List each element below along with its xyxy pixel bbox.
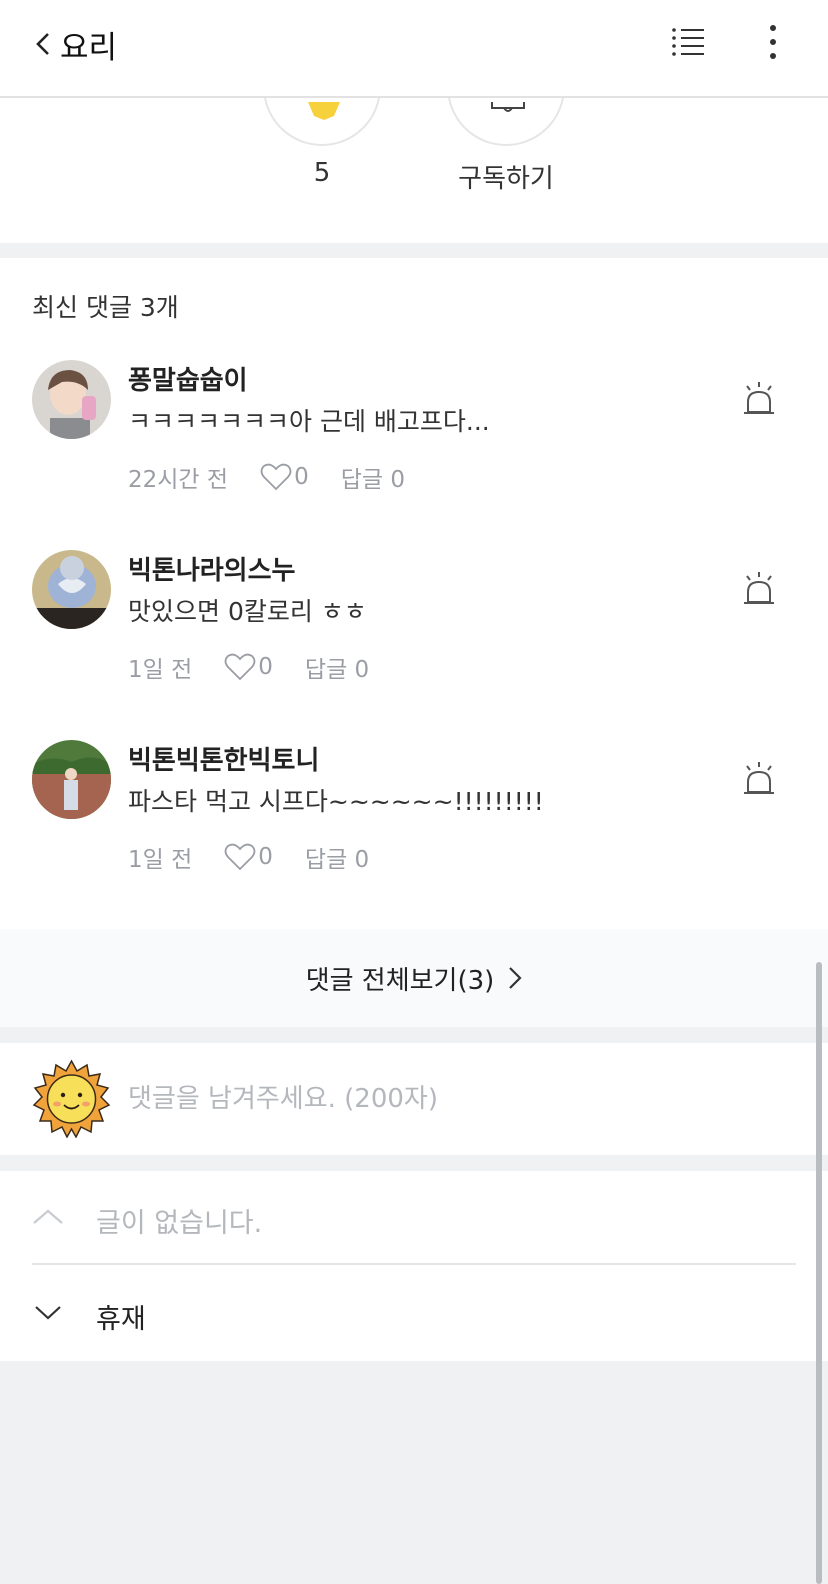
heart-icon [224, 843, 256, 871]
view-all-comments-button[interactable]: 댓글 전체보기(3) [0, 929, 828, 1027]
comment-text: ㅋㅋㅋㅋㅋㅋㅋ아 근데 배고프다... [128, 407, 490, 436]
rating-button[interactable] [263, 98, 381, 146]
chevron-right-icon [509, 967, 522, 989]
comment-time: 1일 전 [128, 847, 193, 873]
category-title: 요리 [60, 29, 118, 66]
list-icon [672, 28, 704, 56]
more-options-button[interactable] [758, 22, 788, 66]
comment-text: 맛있으면 0칼로리 ㅎㅎ [128, 597, 367, 626]
comment-item: 퐁말숩숩이 ㅋㅋㅋㅋㅋㅋㅋ아 근데 배고프다... 22시간 전 0 답글 0 [0, 360, 828, 550]
comment-time: 1일 전 [128, 657, 193, 683]
avatar-image [32, 550, 111, 629]
comment-time: 22시간 전 [128, 467, 229, 493]
avatar[interactable] [32, 360, 111, 439]
comment-author[interactable]: 퐁말숩숩이 [128, 360, 248, 397]
comment-text: 파스타 먹고 시프다~~~~~~!!!!!!!!! [128, 787, 544, 816]
view-all-label: 댓글 전체보기(3) [305, 965, 495, 996]
like-count: 0 [258, 654, 273, 680]
bell-icon [491, 102, 525, 112]
prev-episode: 글이 없습니다. [32, 1171, 796, 1265]
comment-meta: 22시간 전 0 답글 0 [128, 460, 405, 494]
sun-face-icon [32, 1059, 111, 1139]
scrollbar[interactable] [816, 962, 822, 1584]
avatar[interactable] [32, 740, 111, 819]
avatar-image [32, 360, 111, 439]
alarm-siren-icon [744, 382, 774, 414]
report-button[interactable] [742, 760, 776, 798]
like-button[interactable]: 0 [224, 653, 273, 681]
comment-meta: 1일 전 0 답글 0 [128, 650, 369, 684]
subscribe-button[interactable] [447, 98, 565, 146]
like-count: 0 [258, 844, 273, 870]
episode-actions: 5 구독하기 [0, 98, 828, 243]
like-count: 0 [294, 464, 309, 490]
report-button[interactable] [742, 570, 776, 608]
prev-episode-label: 글이 없습니다. [96, 1208, 263, 1239]
like-button[interactable]: 0 [260, 463, 309, 491]
next-episode-label: 휴재 [96, 1304, 146, 1335]
comment-item: 빅톤나라의스누 맛있으면 0칼로리 ㅎㅎ 1일 전 0 답글 0 [0, 550, 828, 740]
comment-item: 빅톤빅톤한빅토니 파스타 먹고 시프다~~~~~~!!!!!!!!! 1일 전 … [0, 740, 828, 930]
recent-comments: 최신 댓글 3개 퐁말숩숩이 ㅋㅋㅋㅋㅋㅋㅋ아 근데 배고프다... 22시간 … [0, 258, 828, 929]
avatar[interactable] [32, 550, 111, 629]
heart-icon [260, 463, 292, 491]
avatar-image [32, 740, 111, 819]
next-episode[interactable]: 휴재 [0, 1267, 828, 1361]
reply-button[interactable]: 답글 0 [305, 840, 369, 874]
comments-title: 최신 댓글 3개 [32, 293, 179, 322]
heart-icon [224, 653, 256, 681]
rating-count: 5 [313, 158, 331, 188]
list-button[interactable] [672, 26, 712, 62]
reply-button[interactable]: 답글 0 [341, 460, 405, 494]
chevron-down-icon [35, 1306, 61, 1320]
comment-input[interactable] [128, 1071, 768, 1127]
chevron-left-icon [36, 33, 49, 55]
alarm-siren-icon [744, 572, 774, 604]
comment-composer [0, 1043, 828, 1155]
reply-button[interactable]: 답글 0 [305, 650, 369, 684]
report-button[interactable] [742, 380, 776, 418]
like-button[interactable]: 0 [224, 843, 273, 871]
more-vertical-icon [770, 25, 776, 59]
chevron-up-icon [33, 1209, 63, 1224]
subscribe-label: 구독하기 [458, 164, 554, 194]
top-app-bar: 요리 [0, 0, 828, 98]
comment-meta: 1일 전 0 답글 0 [128, 840, 369, 874]
star-icon [308, 102, 340, 120]
back-button[interactable]: 요리 [32, 22, 117, 66]
episode-navigation: 글이 없습니다. 휴재 [0, 1171, 828, 1361]
comment-author[interactable]: 빅톤나라의스누 [128, 550, 295, 587]
my-avatar [32, 1059, 111, 1139]
alarm-siren-icon [744, 762, 774, 794]
comment-author[interactable]: 빅톤빅톤한빅토니 [128, 740, 319, 777]
